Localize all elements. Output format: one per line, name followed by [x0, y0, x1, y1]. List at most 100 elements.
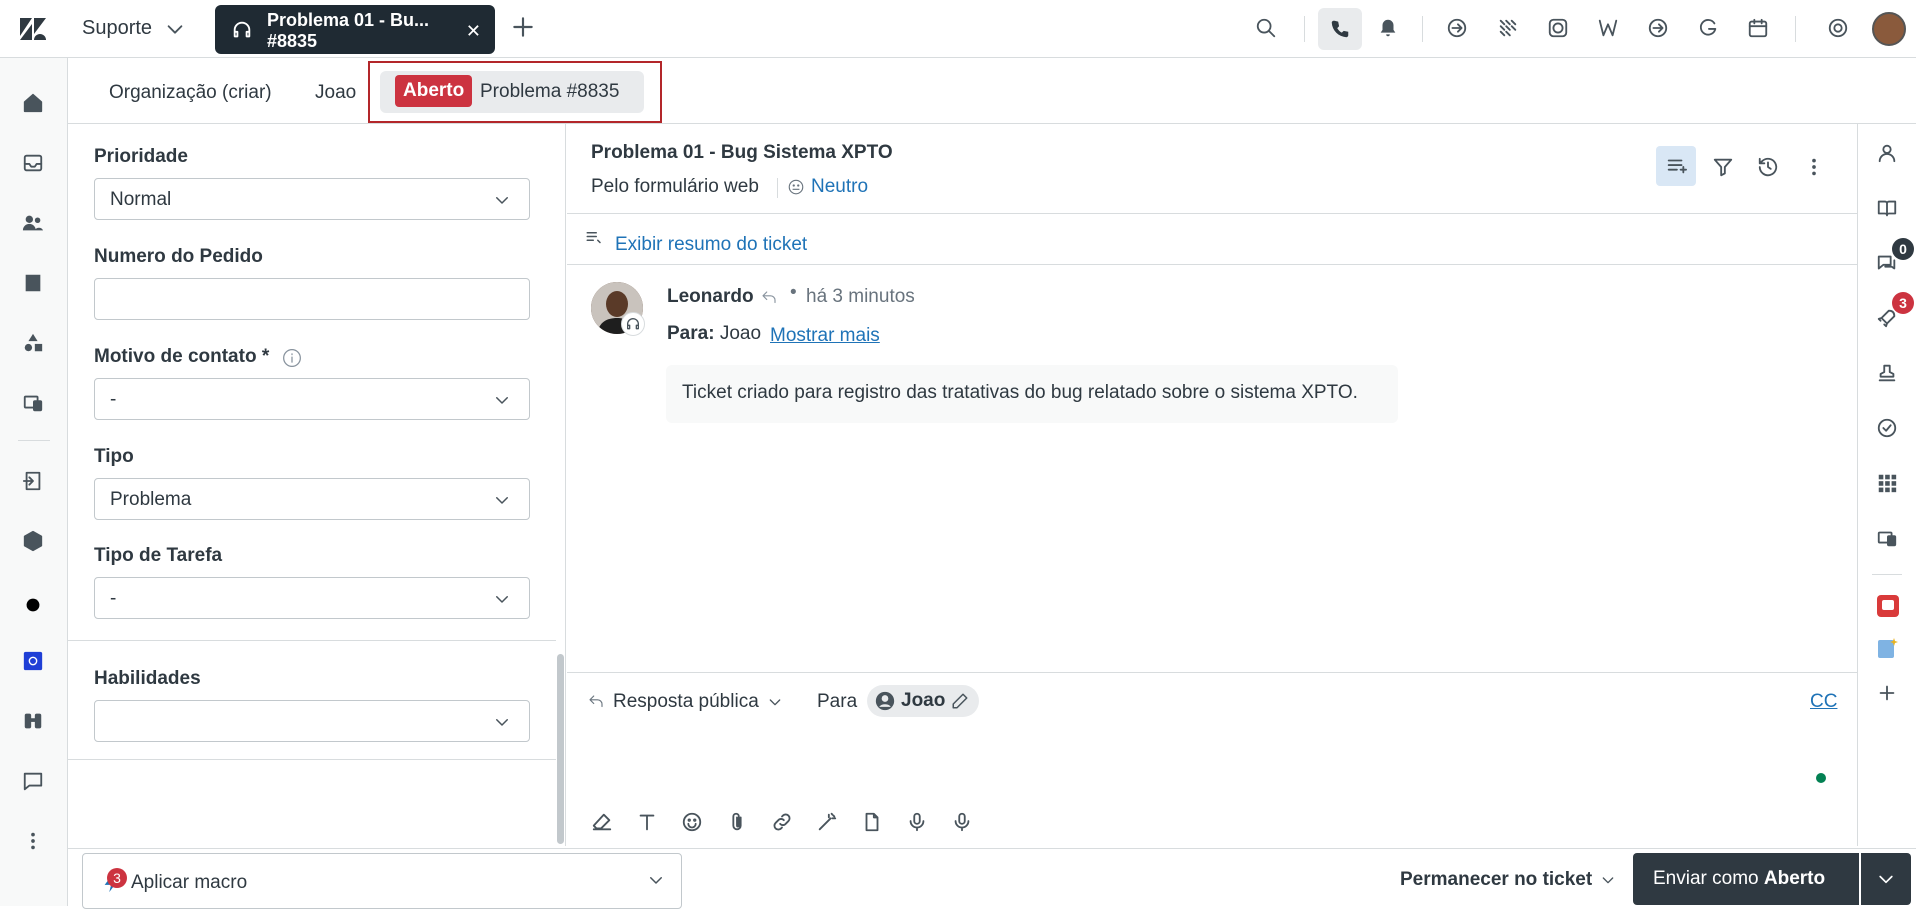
transfer-app-icon[interactable]	[1446, 17, 1468, 39]
contact-reason-label: Motivo de contato *	[94, 346, 270, 367]
devices-icon[interactable]	[1876, 527, 1898, 549]
context-tabs: Organização (criar) Joao	[68, 58, 1916, 124]
add-tab-icon[interactable]	[510, 14, 536, 40]
add-app-icon[interactable]	[1876, 682, 1898, 704]
show-more-link[interactable]: Mostrar mais	[770, 325, 880, 347]
microphone-icon[interactable]	[906, 811, 928, 833]
cube-app-icon[interactable]	[22, 530, 44, 552]
order-number-input[interactable]	[94, 278, 530, 320]
forward-app-icon[interactable]	[1647, 17, 1669, 39]
apps-grid-icon[interactable]	[1876, 472, 1898, 494]
attachment-icon[interactable]	[726, 811, 748, 833]
workspace-switcher[interactable]: Suporte	[82, 17, 186, 40]
zendesk-logo-icon[interactable]	[18, 16, 48, 42]
macro-count-badge: 3	[107, 868, 127, 888]
ticket-tab[interactable]: Problema 01 - Bu... #8835 ✕	[215, 5, 495, 54]
blue-app-icon[interactable]	[22, 650, 44, 672]
chevron-down-icon	[769, 699, 781, 706]
w-app-icon[interactable]	[1597, 17, 1619, 39]
message-author[interactable]: Leonardo	[667, 286, 754, 308]
dot-app-icon[interactable]	[22, 594, 44, 616]
customer-context-icon[interactable]	[1876, 142, 1898, 164]
whatsapp-app-icon[interactable]	[1547, 17, 1569, 39]
organizations-icon[interactable]	[22, 272, 44, 294]
link-icon[interactable]	[771, 811, 793, 833]
text-format-icon[interactable]	[636, 811, 658, 833]
stamp-icon[interactable]	[1876, 362, 1898, 384]
ticket-tab-id: #8835	[267, 31, 318, 51]
eraser-icon[interactable]	[591, 811, 613, 833]
tab-organization[interactable]: Organização (criar)	[109, 82, 272, 104]
summary-list-icon	[586, 232, 601, 244]
ticket-footer: 3 Aplicar macro Permanecer no ticket Env…	[68, 848, 1916, 909]
skills-label: Habilidades	[94, 668, 201, 689]
user-avatar[interactable]	[1872, 12, 1906, 46]
check-circle-icon[interactable]	[1876, 417, 1898, 439]
tab-ticket-label: Problema #8835	[480, 81, 620, 102]
ai-magic-wand-icon[interactable]	[816, 811, 838, 833]
reply-type-select[interactable]: Resposta pública	[587, 691, 783, 713]
cc-link[interactable]: CC	[1810, 691, 1837, 713]
type-label: Tipo	[94, 446, 134, 467]
task-type-value: -	[110, 588, 117, 609]
info-icon[interactable]	[282, 348, 302, 368]
task-type-select[interactable]: -	[94, 577, 530, 619]
edit-pencil-icon[interactable]	[951, 692, 969, 710]
knowledge-book-icon[interactable]	[1876, 197, 1898, 219]
submit-status: Aberto	[1763, 868, 1826, 889]
separator-dot: •	[790, 282, 797, 303]
after-submit-select[interactable]: Permanecer no ticket	[1400, 869, 1616, 891]
search-icon[interactable]	[1255, 17, 1277, 39]
fields-divider	[68, 640, 556, 641]
conversation-list-icon	[1667, 159, 1687, 174]
shapes-icon[interactable]	[22, 332, 44, 354]
priority-select[interactable]: Normal	[94, 178, 530, 220]
apply-macro-select[interactable]: 3 Aplicar macro	[82, 853, 682, 909]
views-inbox-icon[interactable]	[22, 152, 44, 174]
chevron-down-icon	[496, 197, 508, 204]
history-icon[interactable]	[1757, 156, 1779, 178]
phone-button[interactable]	[1318, 8, 1362, 50]
home-icon[interactable]	[22, 92, 44, 114]
media-app-icon[interactable]	[1876, 594, 1900, 618]
submit-status-dropdown[interactable]	[1861, 853, 1911, 905]
show-summary-link[interactable]: Exibir resumo do ticket	[615, 234, 807, 256]
g-app-icon[interactable]	[1697, 17, 1719, 39]
message-body: Ticket criado para registro das tratativ…	[666, 365, 1398, 423]
chat-app-icon[interactable]	[22, 770, 44, 792]
recipient-name: Joao	[719, 323, 762, 344]
binoculars-app-icon[interactable]	[22, 710, 44, 732]
notifications-bell-icon[interactable]	[1377, 17, 1399, 39]
scrollbar[interactable]	[557, 654, 564, 844]
document-icon[interactable]	[861, 811, 883, 833]
tab-requester[interactable]: Joao	[315, 82, 356, 104]
calendar-app-icon[interactable]	[1747, 17, 1769, 39]
submit-button[interactable]: Enviar como Aberto	[1633, 853, 1859, 905]
emoji-icon[interactable]	[681, 811, 703, 833]
recipient-name: Joao	[901, 690, 946, 711]
workspace-devices-icon[interactable]	[22, 392, 44, 414]
ticket-tab-title: Problema 01 - Bu...	[267, 10, 430, 30]
filter-icon[interactable]	[1712, 156, 1734, 178]
skills-select[interactable]	[94, 700, 530, 742]
microphone-alt-icon[interactable]	[951, 811, 973, 833]
conversations-button[interactable]	[1656, 146, 1696, 186]
customers-icon[interactable]	[22, 212, 44, 234]
workspace-label: Suporte	[82, 17, 153, 39]
ticket-channel: Pelo formulário web	[591, 176, 759, 197]
type-select[interactable]: Problema	[94, 478, 530, 520]
contact-reason-select[interactable]: -	[94, 378, 530, 420]
ai-assistant-app-icon[interactable]	[1876, 636, 1900, 660]
online-status-dot	[1816, 773, 1826, 783]
chevron-down-icon	[496, 397, 508, 404]
help-lifebuoy-icon[interactable]	[1827, 17, 1849, 39]
more-apps-icon[interactable]	[22, 830, 44, 852]
apps-count-badge: 3	[1892, 292, 1914, 314]
app-exit-icon[interactable]	[22, 470, 44, 492]
grid-app-icon[interactable]	[1497, 17, 1519, 39]
close-icon[interactable]: ✕	[466, 21, 481, 42]
chat-count-badge: 0	[1892, 238, 1914, 260]
sentiment-indicator[interactable]: Neutro	[787, 176, 868, 198]
recipient-chip[interactable]: Joao	[867, 685, 980, 717]
more-options-icon[interactable]	[1803, 156, 1825, 178]
